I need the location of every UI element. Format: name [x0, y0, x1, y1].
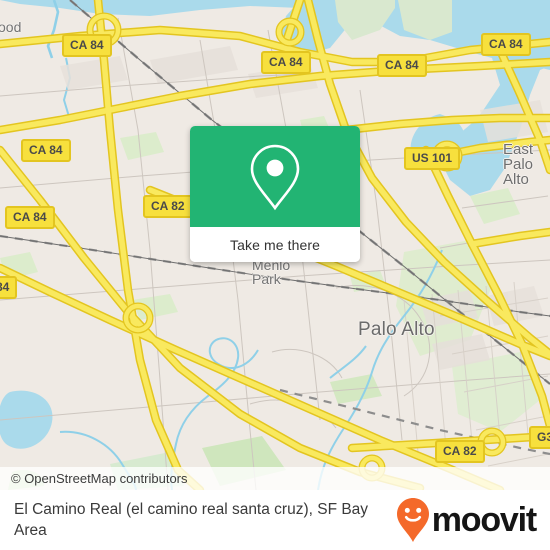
place-popup-card[interactable]: Take me there	[190, 126, 360, 262]
map-attribution-bar: © OpenStreetMap contributors	[0, 467, 550, 490]
highway-shield-ca84-4[interactable]: CA 84	[481, 33, 531, 56]
place-card-action[interactable]: Take me there	[190, 227, 360, 262]
highway-shield-ca84-6[interactable]: CA 84	[5, 206, 55, 229]
take-me-there-label: Take me there	[229, 236, 320, 253]
moovit-wordmark: moovit	[431, 501, 537, 539]
highway-shield-ca82-1[interactable]: CA 82	[143, 195, 193, 218]
map-pin-icon	[250, 144, 300, 210]
footer-bar: El Camino Real (el camino real santa cru…	[0, 490, 550, 550]
highway-shield-ca84-3[interactable]: CA 84	[377, 54, 427, 77]
highway-shield-ca84-2[interactable]: CA 84	[261, 51, 311, 74]
map-screenshot: East Palo Alto Menlo Park Palo Alto ood …	[0, 0, 550, 550]
highway-shield-g3[interactable]: G3	[529, 426, 550, 449]
place-card-image	[190, 126, 360, 227]
highway-shield-ca82-2[interactable]: CA 82	[435, 440, 485, 463]
highway-shield-ca84-5[interactable]: CA 84	[21, 139, 71, 162]
map-canvas[interactable]: East Palo Alto Menlo Park Palo Alto ood …	[0, 0, 550, 490]
highway-shield-us101[interactable]: US 101	[404, 147, 461, 170]
highway-shield-ca84-1[interactable]: CA 84	[62, 34, 112, 57]
openstreetmap-attribution[interactable]: © OpenStreetMap contributors	[11, 471, 188, 486]
place-title: El Camino Real (el camino real santa cru…	[14, 501, 369, 539]
moovit-logo[interactable]: moovit	[396, 497, 537, 543]
moovit-smiley-pin-icon	[396, 498, 429, 542]
highway-shield-84-edge[interactable]: 84	[0, 276, 18, 299]
